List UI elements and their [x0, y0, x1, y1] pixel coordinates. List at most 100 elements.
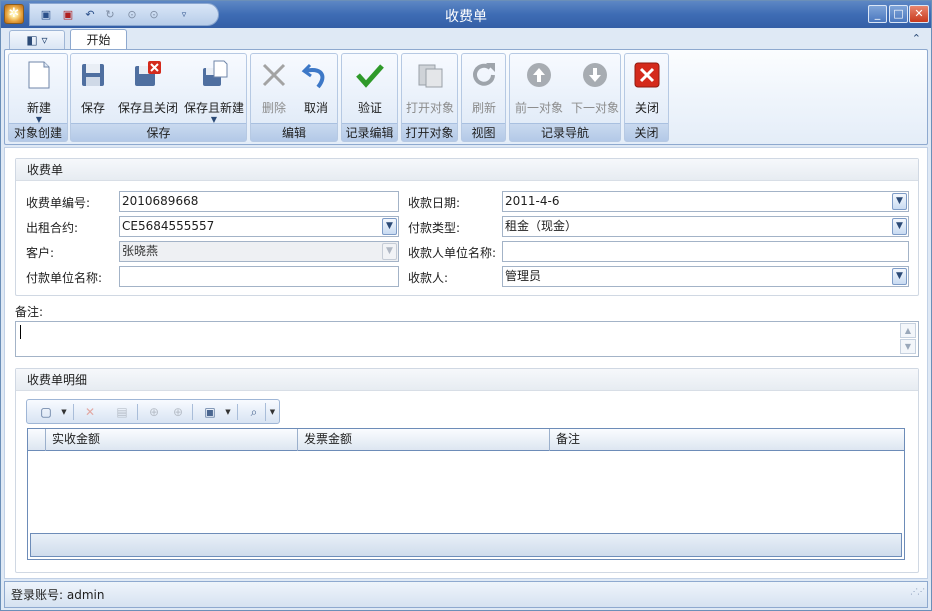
- remarks-label: 备注:: [15, 305, 44, 319]
- save-icon: [82, 64, 104, 86]
- validate-button[interactable]: 验证: [352, 57, 388, 119]
- prev-object-button[interactable]: 前一对象: [512, 57, 566, 119]
- status-bar: 登录账号: admin ⋰⋰: [4, 581, 928, 608]
- open-object-button[interactable]: 打开对象: [404, 57, 456, 119]
- new-row-icon[interactable]: ▢: [37, 403, 55, 421]
- save-button[interactable]: 保存: [77, 57, 109, 119]
- save-and-new-button[interactable]: 保存且新建 ▼: [183, 57, 245, 124]
- scroll-up-icon[interactable]: ▲: [900, 323, 916, 338]
- print-icon[interactable]: ▣: [201, 403, 219, 421]
- group-label-view: 视图: [462, 123, 505, 141]
- delete-button[interactable]: 删除: [255, 57, 293, 119]
- customer-select: 张晓燕 ▼: [119, 241, 399, 262]
- toolbar-options-icon[interactable]: ▼: [265, 403, 279, 421]
- group-close: 关闭 关闭: [624, 53, 669, 142]
- save-close-icon: [135, 61, 161, 86]
- pay-type-select[interactable]: 租金（现金） ▼: [502, 216, 909, 237]
- payee-unit-label: 收款人单位名称:: [408, 246, 497, 260]
- save-new-icon: [203, 60, 228, 86]
- column-header[interactable]: 发票金额: [298, 429, 550, 451]
- app-menu-tab[interactable]: ◧ ▿: [9, 30, 65, 50]
- chevron-down-icon[interactable]: ▼: [219, 403, 237, 421]
- bill-no-label: 收费单编号:: [26, 196, 91, 210]
- payee-select[interactable]: 管理员 ▼: [502, 266, 909, 287]
- chevron-down-icon[interactable]: ▼: [382, 218, 397, 235]
- pay-type-label: 付款类型:: [408, 221, 461, 235]
- open-row-icon[interactable]: ▤: [113, 403, 131, 421]
- title-bar: ✲ ▣ ▣ ↶ ↻ ⊙ ⊙ ▿ 收费单 _ □ ✕: [1, 1, 931, 28]
- bill-no-input[interactable]: 2010689668: [119, 191, 399, 212]
- ribbon-tab-row: ◧ ▿ 开始 ⌃: [1, 28, 931, 51]
- contract-label: 出租合约:: [26, 221, 79, 235]
- chevron-down-icon[interactable]: ▼: [892, 193, 907, 210]
- remarks-textarea[interactable]: ▲ ▼: [15, 321, 919, 357]
- resize-grip-icon[interactable]: ⋰⋰: [910, 579, 925, 605]
- new-document-icon: [28, 61, 50, 89]
- date-select[interactable]: 2011-4-6 ▼: [502, 191, 909, 212]
- details-section: 收费单明细 ▢ ▼ ✕ ▤ ⊕ ⊕ ▣ ▼ ⌕ ▼ 实收金额 发票金额 备注: [15, 368, 919, 573]
- tab-start[interactable]: 开始: [70, 29, 127, 51]
- group-create: 新建 ▼ 对象创建: [8, 53, 68, 142]
- minimize-button[interactable]: _: [868, 5, 887, 23]
- payee-unit-input[interactable]: [502, 241, 909, 262]
- close-button[interactable]: 关闭: [629, 57, 665, 119]
- group-label-save: 保存: [71, 123, 246, 141]
- refresh-icon: [473, 63, 495, 86]
- customer-label: 客户:: [26, 246, 55, 260]
- window-title: 收费单: [445, 9, 487, 25]
- group-open-object: 打开对象 打开对象: [401, 53, 458, 142]
- open-object-icon: [418, 64, 443, 88]
- chevron-down-icon[interactable]: ▼: [892, 268, 907, 285]
- section-title: 收费单: [16, 159, 918, 181]
- group-record-edit: 验证 记录编辑: [341, 53, 398, 142]
- bill-section: 收费单 收费单编号: 2010689668 收款日期: 2011-4-6 ▼ 出租…: [15, 158, 919, 296]
- arrow-up-circle-icon: [527, 63, 551, 87]
- group-label-open-object: 打开对象: [402, 123, 457, 141]
- delete-icon: [262, 63, 286, 87]
- new-button[interactable]: 新建 ▼: [17, 57, 61, 124]
- move-up-icon[interactable]: ⊕: [145, 403, 163, 421]
- contract-select[interactable]: CE5684555557 ▼: [119, 216, 399, 237]
- group-label-record-edit: 记录编辑: [342, 123, 397, 141]
- details-title: 收费单明细: [16, 369, 918, 391]
- payer-unit-input[interactable]: [119, 266, 399, 287]
- form-content: 收费单 收费单编号: 2010689668 收款日期: 2011-4-6 ▼ 出租…: [4, 147, 928, 579]
- group-edit: 删除 取消 编辑: [250, 53, 338, 142]
- payer-unit-label: 付款单位名称:: [26, 271, 103, 285]
- grid-toolbar: ▢ ▼ ✕ ▤ ⊕ ⊕ ▣ ▼ ⌕ ▼: [26, 399, 280, 424]
- cancel-button[interactable]: 取消: [297, 57, 335, 119]
- toolbar-separator: [137, 404, 138, 420]
- chevron-down-icon[interactable]: ▼: [55, 403, 73, 421]
- refresh-button[interactable]: 刷新: [466, 57, 502, 119]
- search-icon[interactable]: ⌕: [245, 403, 263, 421]
- login-account-text: 登录账号: admin: [11, 588, 105, 602]
- toolbar-separator: [73, 404, 74, 420]
- ribbon: 新建 ▼ 对象创建 保存 保存且关闭 保存且新建 ▼ 保存 删除 取消 编辑 验…: [4, 49, 928, 145]
- delete-row-icon[interactable]: ✕: [81, 403, 99, 421]
- grid-header: 实收金额 发票金额 备注: [28, 429, 904, 451]
- column-header[interactable]: 备注: [550, 429, 904, 451]
- column-header[interactable]: 实收金额: [46, 429, 298, 451]
- chevron-down-icon[interactable]: ▼: [892, 218, 907, 235]
- grid-footer: [30, 533, 902, 557]
- collapse-ribbon-icon[interactable]: ⌃: [912, 32, 921, 45]
- next-object-button[interactable]: 下一对象: [568, 57, 622, 119]
- scroll-down-icon[interactable]: ▼: [900, 339, 916, 354]
- chevron-down-icon: ▼: [382, 243, 397, 260]
- close-icon: [634, 62, 660, 88]
- save-and-close-button[interactable]: 保存且关闭: [117, 57, 179, 119]
- group-label-record-nav: 记录导航: [510, 123, 620, 141]
- maximize-button[interactable]: □: [889, 5, 908, 23]
- group-record-nav: 前一对象 下一对象 记录导航: [509, 53, 621, 142]
- text-caret: [20, 325, 21, 339]
- row-indicator-header: [28, 429, 46, 451]
- main-window: ✲ ▣ ▣ ↶ ↻ ⊙ ⊙ ▿ 收费单 _ □ ✕ ◧ ▿ 开始 ⌃ 新建 ▼ …: [0, 0, 932, 611]
- move-down-icon[interactable]: ⊕: [169, 403, 187, 421]
- toolbar-separator: [237, 404, 238, 420]
- close-window-button[interactable]: ✕: [909, 5, 929, 23]
- details-grid: 实收金额 发票金额 备注: [27, 428, 905, 560]
- group-view: 刷新 视图: [461, 53, 506, 142]
- group-label-create: 对象创建: [9, 123, 67, 141]
- payee-label: 收款人:: [408, 271, 449, 285]
- checkmark-icon: [356, 64, 384, 88]
